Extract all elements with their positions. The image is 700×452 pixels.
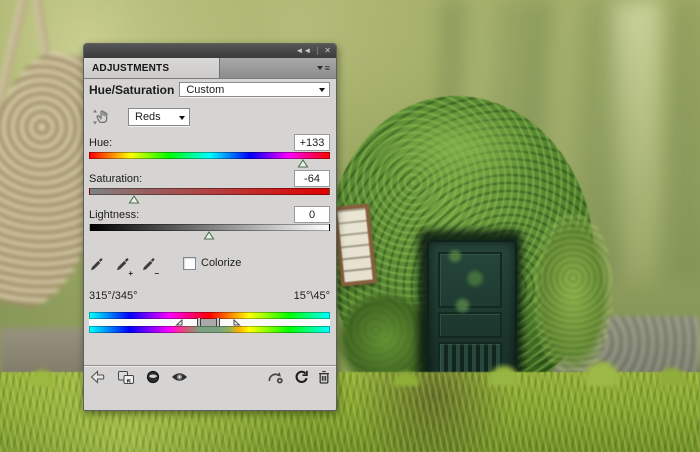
saturation-slider-group: Saturation: -64 <box>89 171 330 204</box>
clip-to-layer-icon[interactable] <box>117 370 135 385</box>
hue-range-spectrum <box>89 312 330 333</box>
channel-dropdown[interactable]: Reds <box>128 108 190 126</box>
channel-value: Reds <box>135 111 161 123</box>
preset-value: Custom <box>186 84 224 96</box>
range-left-label: 315°/345° <box>89 290 138 302</box>
eyedropper-minus-icon[interactable]: − <box>141 255 158 272</box>
spectrum-adjusted-bar <box>89 326 330 333</box>
lightness-label: Lightness: <box>89 209 139 221</box>
visibility-circle-icon[interactable] <box>146 370 160 384</box>
light-column <box>612 0 660 300</box>
lightness-slider-marker[interactable] <box>203 231 214 240</box>
feather-left-handle[interactable] <box>175 319 183 326</box>
panel-content: Hue/Saturation Custom Reds <box>84 79 336 388</box>
saturation-value-field[interactable]: -64 <box>294 170 330 187</box>
spectrum-handle-track <box>89 319 330 326</box>
lightness-value-field[interactable]: 0 <box>294 206 330 223</box>
moss-clump <box>534 214 612 374</box>
close-icon[interactable]: ✕ <box>324 47 331 55</box>
hue-slider-marker[interactable] <box>298 159 309 168</box>
collapse-to-icons-icon[interactable]: ◄◄ <box>295 47 311 55</box>
saturation-slider-marker[interactable] <box>128 195 139 204</box>
titlebar-divider <box>317 47 318 55</box>
menu-lines-icon: ≡ <box>325 63 330 73</box>
adjustment-title: Hue/Saturation <box>89 83 174 97</box>
preset-dropdown[interactable]: Custom <box>179 82 330 97</box>
chevron-down-icon <box>317 66 323 73</box>
hanging-vine <box>440 238 490 328</box>
chevron-down-icon <box>319 88 325 95</box>
lightness-slider-group: Lightness: 0 <box>89 207 330 240</box>
ivy-highlight <box>372 104 542 190</box>
adjustments-panel: ◄◄ ✕ ADJUSTMENTS ≡ Hue/Saturation Custom <box>83 43 337 411</box>
saturation-label: Saturation: <box>89 173 142 185</box>
colorize-checkbox[interactable] <box>183 257 196 270</box>
previous-state-icon[interactable] <box>266 371 284 384</box>
saturation-gradient-bar <box>89 188 330 195</box>
return-arrow-icon[interactable] <box>90 370 106 384</box>
chevron-down-icon <box>179 116 185 123</box>
hue-label: Hue: <box>89 137 112 149</box>
panel-tabbar: ADJUSTMENTS ≡ <box>84 58 336 79</box>
hue-value-field[interactable]: +133 <box>294 134 330 151</box>
feather-right-handle[interactable] <box>233 319 241 326</box>
spectrum-original-bar <box>89 312 330 319</box>
eye-icon[interactable] <box>171 371 188 383</box>
eyedropper-icon[interactable] <box>89 255 106 272</box>
lightness-gradient-bar <box>89 224 330 231</box>
panel-titlebar[interactable]: ◄◄ ✕ <box>84 44 336 58</box>
hue-gradient-bar <box>89 152 330 159</box>
tab-adjustments[interactable]: ADJUSTMENTS <box>84 58 220 78</box>
photoshop-workspace: ◄◄ ✕ ADJUSTMENTS ≡ Hue/Saturation Custom <box>0 0 700 452</box>
panel-menu-icon[interactable]: ≡ <box>317 58 336 78</box>
colorize-label: Colorize <box>201 257 241 269</box>
reset-icon[interactable] <box>294 370 308 384</box>
targeted-adjustment-icon[interactable] <box>89 106 111 128</box>
trash-icon[interactable] <box>318 370 330 384</box>
panel-toolbar <box>84 365 336 388</box>
hue-slider-group: Hue: +133 <box>89 135 330 168</box>
eyedropper-plus-icon[interactable]: + <box>115 255 132 272</box>
range-right-label: 15°\45° <box>294 290 330 302</box>
